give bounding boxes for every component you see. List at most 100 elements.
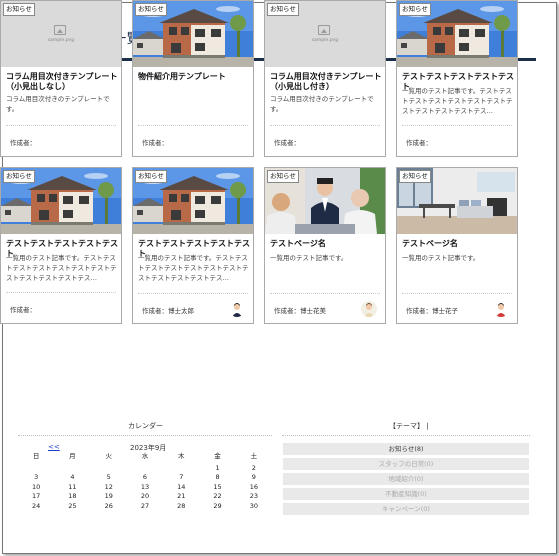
category-badge[interactable]: お知らせ [399,170,431,183]
calendar-day[interactable]: 16 [236,483,272,493]
card-title[interactable]: テストページ名 [270,239,384,249]
calendar-day[interactable]: 4 [54,473,90,483]
theme-item[interactable]: 地域紹介(0) [283,473,529,485]
card-author: 作成者： [142,137,168,147]
calendar-day[interactable]: 17 [18,492,54,502]
calendar-weekday: 金 [214,452,221,460]
card-author: 作成者： [274,137,300,147]
theme-list: お知らせ(8) スタッフの日常(0) 地域紹介(0) 不動産知識(0) キャンペーン(0… [283,443,529,518]
category-badge[interactable]: お知らせ [135,170,167,183]
calendar-day[interactable]: 24 [18,502,54,512]
calendar-day[interactable]: 19 [91,492,127,502]
calendar-day [18,464,54,474]
card-divider [402,125,512,126]
calendar-day[interactable]: 11 [54,483,90,493]
image-placeholder-icon [318,25,330,35]
calendar-day[interactable]: 15 [199,483,235,493]
card-divider [270,125,380,126]
card-author: 作成者：博士太郎 [142,305,194,315]
author-label: 作成者： [10,306,36,314]
category-badge[interactable]: お知らせ [267,170,299,183]
card-title[interactable]: コラム用目次付きテンプレート（小見出し付き） [270,72,384,92]
calendar-day[interactable]: 26 [91,502,127,512]
calendar-day[interactable]: 18 [54,492,90,502]
calendar-day[interactable]: 7 [163,473,199,483]
author-name: 博士太郎 [168,307,194,315]
calendar-day[interactable]: 2 [236,464,272,474]
calendar-day[interactable]: 20 [127,492,163,502]
placeholder-caption: sample.png [47,38,75,43]
card-title[interactable]: テストページ名 [402,239,516,249]
category-badge[interactable]: お知らせ [267,3,299,16]
calendar-day[interactable]: 13 [127,483,163,493]
column-card[interactable]: お知らせテストページ名 一覧用のテスト記事です。作成者：博士花子 [396,167,518,324]
calendar-weekday: 土 [250,452,258,460]
card-description: 一覧用のテスト記事です。テストテストテストテストテストテストテストテストテストテ… [138,254,249,282]
card-author: 作成者： [10,137,36,147]
author-label: 作成者： [142,307,168,315]
calendar-day[interactable]: 9 [236,473,272,483]
calendar-weekday: 水 [141,452,149,460]
theme-divider [282,435,530,436]
calendar-weekday-row: 日月火水木金土 [18,452,272,462]
calendar-day[interactable]: 5 [91,473,127,483]
calendar-day [54,464,90,474]
calendar-week-row: 12 [18,464,272,474]
column-card[interactable]: sample.png お知らせ コラム用目次付きテンプレート（小見出し付き） コラム用… [264,0,386,157]
column-card[interactable]: お知らせ テストテストテストテストテスト 一覧用のテスト記事です。テストテストテスト… [396,0,518,157]
calendar-day[interactable]: 21 [163,492,199,502]
calendar-day[interactable]: 1 [199,464,235,474]
calendar-day[interactable]: 30 [236,502,272,512]
calendar-divider [18,435,272,436]
theme-item[interactable]: お知らせ(8) [283,443,529,455]
card-description: コラム用目次付きのテンプレートです。 [6,95,110,113]
card-description: 一覧用のテスト記事です。 [402,254,480,262]
calendar-day[interactable]: 29 [199,502,235,512]
theme-item[interactable]: キャンペーン(0) [283,503,529,515]
theme-item[interactable]: 不動産知識(0) [283,488,529,500]
calendar-day[interactable]: 27 [127,502,163,512]
author-name: 博士花子 [432,307,458,315]
calendar-day[interactable]: 22 [199,492,235,502]
calendar-day[interactable]: 10 [18,483,54,493]
card-title[interactable]: 物件紹介用テンプレート [138,72,252,82]
category-badge[interactable]: お知らせ [3,3,35,16]
author-avatar [361,301,377,317]
calendar-prev-link[interactable]: << [48,443,60,451]
calendar-week-row: 10 11 12 13 14 15 16 [18,483,272,493]
calendar-week-row: 3456789 [18,473,272,483]
calendar-day[interactable]: 28 [163,502,199,512]
card-author: 作成者： [10,304,36,314]
calendar-day[interactable]: 8 [199,473,235,483]
category-badge[interactable]: お知らせ [3,170,35,183]
calendar-weekday: 日 [32,452,40,460]
calendar-day[interactable]: 3 [18,473,54,483]
column-card[interactable]: お知らせ テストテストテストテストテスト 一覧用のテスト記事です。テストテストテスト… [0,167,122,324]
author-label: 作成者： [142,139,168,147]
placeholder-caption: sample.png [311,38,339,43]
card-description: 一覧用のテスト記事です。テストテストテストテストテストテストテストテストテストテ… [402,87,513,115]
calendar-day[interactable]: 25 [54,502,90,512]
calendar-day [163,464,199,474]
column-card[interactable]: お知らせ テストページ名 一覧用のテスト記事です。 作成者：博士花美 [264,167,386,324]
column-card[interactable]: お知らせ物件紹介用テンプレート作成者： [132,0,254,157]
calendar-weekday: 木 [178,452,185,460]
card-divider [138,293,248,294]
calendar-day[interactable]: 6 [127,473,163,483]
category-badge[interactable]: お知らせ [399,3,431,16]
author-label: 作成者： [406,307,432,315]
column-card[interactable]: お知らせ テストテストテストテストテスト 一覧用のテスト記事です。テストテストテスト… [132,167,254,324]
card-title[interactable]: コラム用目次付きテンプレート（小見出しなし） [6,72,120,92]
theme-item[interactable]: スタッフの日常(0) [283,458,529,470]
card-divider [138,125,248,126]
calendar-day[interactable]: 23 [236,492,272,502]
author-avatar [493,301,509,317]
calendar-day[interactable]: 14 [163,483,199,493]
column-card[interactable]: sample.png お知らせコラム用目次付きテンプレート（小見出しなし） コラム用… [0,0,122,157]
category-badge[interactable]: お知らせ [135,3,167,16]
card-description: 一覧用のテスト記事です。テストテストテストテストテストテストテストテストテストテ… [6,254,117,282]
card-author: 作成者：博士花美 [274,305,326,315]
calendar-day[interactable]: 12 [91,483,127,493]
calendar-week-row: 17 18 19 20 21 22 23 [18,492,272,502]
author-label: 作成者： [274,307,300,315]
